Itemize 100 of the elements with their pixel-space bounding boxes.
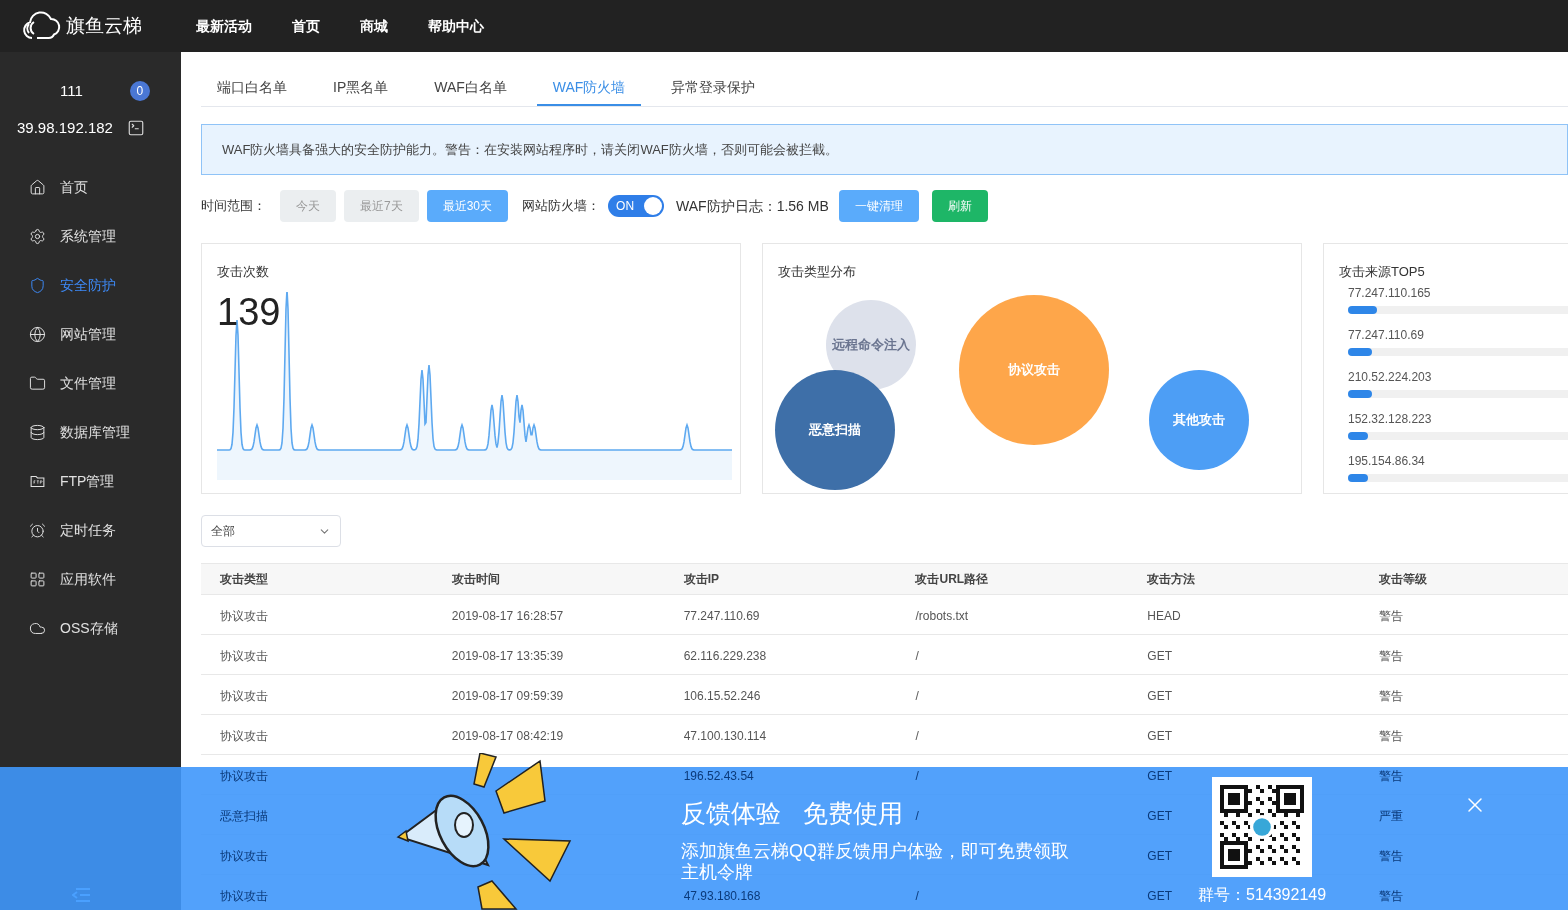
table-cell: 协议攻击 [220, 888, 268, 903]
nav-link[interactable]: 最新活动 [196, 15, 252, 37]
table-cell: 47.100.130.114 [683, 728, 767, 743]
sidebar-item[interactable]: 数据库管理 [0, 408, 181, 457]
column-header: 攻击IP [683, 571, 719, 588]
table-cell: 警告 [1379, 888, 1404, 903]
card-title: 攻击来源TOP5 [1339, 263, 1425, 281]
nav-link[interactable]: 帮助中心 [428, 15, 484, 37]
source-ip: 77.247.110.165 [1348, 284, 1431, 302]
table-cell: 警告 [1379, 768, 1404, 783]
cloud-icon [29, 620, 46, 637]
promo-text: 添加旗鱼云梯QQ群反馈用户体验，即可免费领取主机令牌 [681, 841, 1070, 883]
server-ip: 39.98.192.182 [17, 117, 113, 138]
home-icon [29, 179, 46, 196]
range-label: 时间范围： [201, 197, 266, 216]
table-cell: GET [1147, 688, 1172, 703]
firewall-switch[interactable]: ON [608, 195, 665, 217]
folder-icon [29, 375, 46, 392]
table-cell: /robots.txt [915, 608, 969, 623]
sidebar-item[interactable]: 安全防护 [0, 261, 181, 310]
settings-icon [29, 228, 46, 245]
table-cell: 47.93.180.168 [683, 888, 761, 903]
table-cell: 协议攻击 [220, 728, 268, 743]
table-cell: 协议攻击 [220, 688, 268, 703]
table-cell: GET [1147, 768, 1172, 783]
grid-icon [29, 571, 46, 588]
table-cell: 协议攻击 [220, 768, 268, 783]
attack-count: 139 [217, 290, 281, 335]
tab[interactable]: 异常登录保护 [655, 71, 772, 106]
table-cell: / [915, 688, 919, 703]
sidebar-item[interactable]: FTP管理 [0, 457, 181, 506]
promo-title: 反馈体验 [681, 798, 781, 829]
qr-code-icon [1212, 777, 1313, 877]
terminal-icon[interactable] [126, 118, 145, 137]
card-title: 攻击类型分布 [778, 263, 856, 281]
table-cell: 2019-08-17 13:35:39 [451, 648, 564, 663]
tab[interactable]: WAF白名单 [418, 71, 523, 106]
logo-text: 旗鱼云梯 [66, 13, 142, 38]
sidebar-item[interactable]: 系统管理 [0, 212, 181, 261]
alarm-clock-icon [29, 522, 46, 539]
tab[interactable]: IP黑名单 [317, 71, 405, 106]
firewall-label: 网站防火墙： [522, 197, 601, 216]
cloud-logo-icon [20, 10, 62, 42]
source-ip: 210.52.224.203 [1348, 368, 1432, 386]
sidebar-item[interactable]: 网站管理 [0, 310, 181, 359]
table-cell: HEAD [1147, 608, 1181, 623]
shield-icon [29, 277, 46, 294]
table-cell: 警告 [1379, 608, 1404, 623]
nav-link[interactable]: 首页 [292, 15, 320, 37]
column-header: 攻击等级 [1379, 571, 1428, 588]
table-cell: 2019-08-17 16:28:57 [451, 608, 564, 623]
table-cell: 协议攻击 [220, 848, 268, 863]
table-cell: / [915, 888, 919, 903]
column-header: 攻击方法 [1147, 571, 1196, 588]
table-cell: 警告 [1379, 848, 1404, 863]
table-cell: 2019-08-17 09:59:39 [451, 688, 564, 703]
table-cell: 77.247.110.69 [683, 608, 760, 623]
log-size-text: WAF防护日志：1.56 MB [676, 196, 829, 216]
table-cell: 恶意扫描 [220, 808, 268, 823]
table-cell: 106.15.52.246 [683, 688, 761, 703]
promo-title: 免费使用 [803, 798, 903, 829]
source-ip: 77.247.110.69 [1348, 326, 1424, 344]
table-cell: 警告 [1379, 648, 1404, 663]
card-title: 攻击次数 [217, 263, 269, 281]
table-cell: 协议攻击 [220, 608, 268, 623]
bubble: 远程命令注入 [826, 300, 916, 390]
tab[interactable]: WAF防火墙 [536, 71, 642, 106]
filter-select[interactable]: 全部 [201, 515, 341, 547]
table-cell: GET [1147, 848, 1172, 863]
bubble: 恶意扫描 [775, 370, 895, 490]
table-cell: 严重 [1379, 808, 1404, 823]
sidebar-item[interactable]: 应用软件 [0, 555, 181, 604]
source-ip: 195.154.86.34 [1348, 452, 1425, 470]
sidebar-item[interactable]: 文件管理 [0, 359, 181, 408]
table-cell: 警告 [1379, 728, 1404, 743]
table-cell: 62.116.229.238 [683, 648, 767, 663]
table-cell: GET [1147, 728, 1172, 743]
column-header: 攻击类型 [220, 571, 268, 588]
table-cell: / [915, 648, 919, 663]
table-cell: 警告 [1379, 688, 1404, 703]
sidebar-item[interactable]: OSS存储 [0, 604, 181, 653]
notification-badge: 0 [129, 81, 150, 102]
tab[interactable]: 端口白名单 [201, 71, 303, 106]
sidebar-item[interactable]: 首页 [0, 163, 181, 212]
table-cell: / [915, 728, 919, 743]
table-cell: 2019-08-17 08:42:19 [451, 728, 564, 743]
table-cell: / [915, 808, 919, 823]
nav-link[interactable]: 商城 [360, 15, 388, 37]
column-header: 攻击时间 [451, 571, 500, 588]
database-icon [29, 424, 46, 441]
table-cell: / [915, 768, 919, 783]
username: 111 [60, 81, 83, 101]
bubble: 协议攻击 [959, 295, 1109, 445]
group-number: 群号：514392149 [1198, 885, 1327, 905]
table-cell: GET [1147, 648, 1172, 663]
table-cell: 协议攻击 [220, 648, 268, 663]
table-cell: 196.52.43.54 [683, 768, 754, 783]
sidebar-item[interactable]: 定时任务 [0, 506, 181, 555]
column-header: 攻击URL路径 [915, 571, 989, 588]
table-cell: GET [1147, 888, 1172, 903]
